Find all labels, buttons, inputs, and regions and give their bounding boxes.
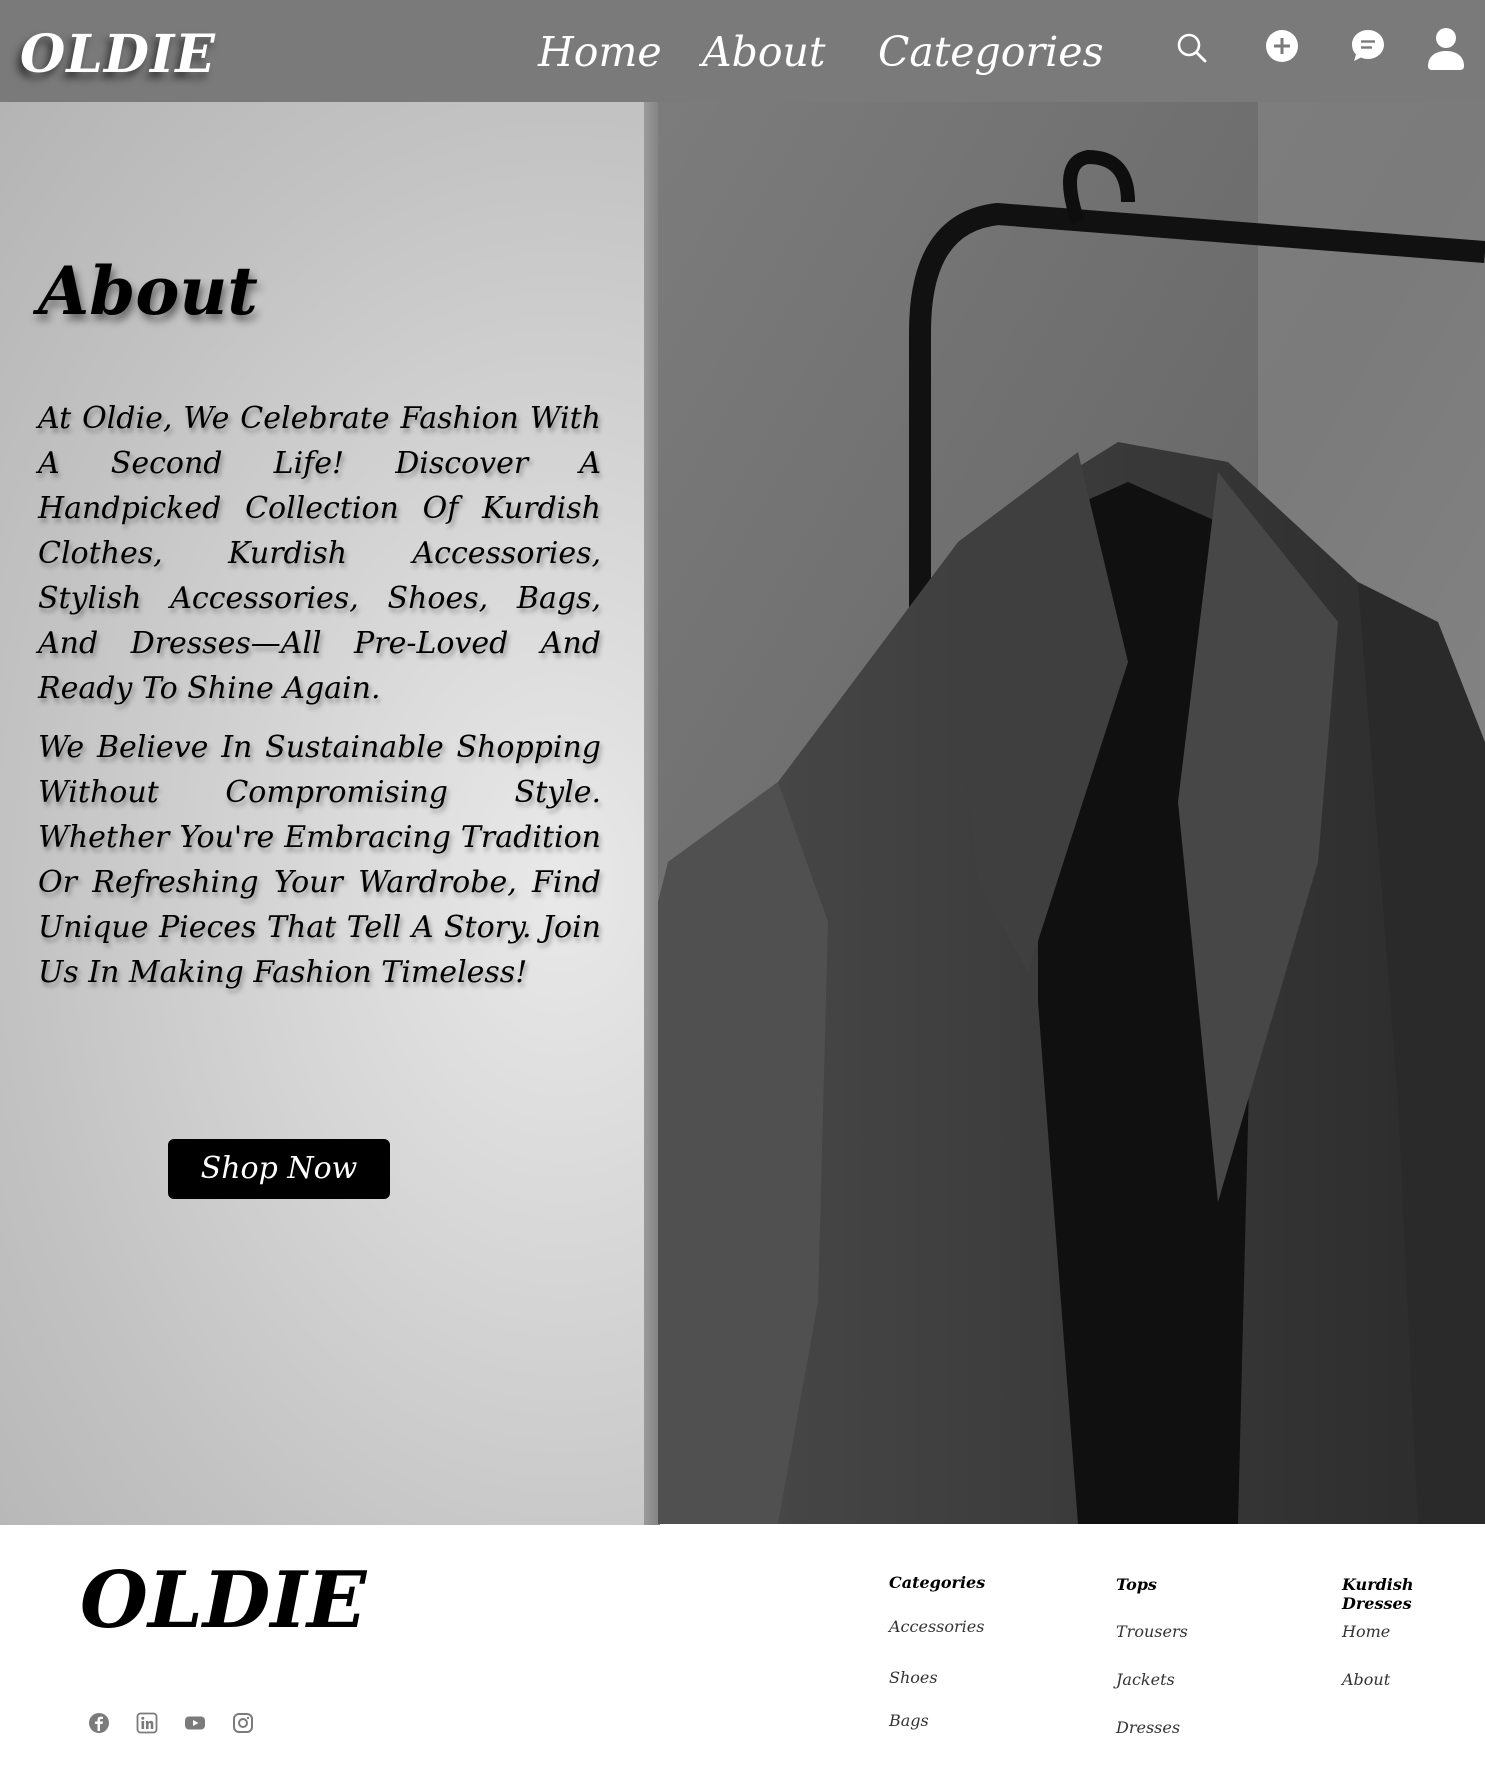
shop-now-button[interactable]: Shop Now: [168, 1139, 390, 1199]
plus-circle-icon[interactable]: [1264, 28, 1300, 64]
footer-link-jackets[interactable]: Jackets: [1116, 1670, 1175, 1689]
footer-logo: OLDIE: [80, 1555, 367, 1646]
footer-link-accessories[interactable]: Accessories: [889, 1617, 984, 1636]
nav-home-link[interactable]: Home: [538, 28, 662, 76]
chat-icon[interactable]: [1350, 28, 1386, 64]
footer-link-dresses[interactable]: Dresses: [1116, 1718, 1180, 1737]
about-section: About At Oldie, We Celebrate Fashion Wit…: [0, 102, 660, 1525]
site-logo[interactable]: OLDIE: [20, 24, 216, 85]
instagram-icon[interactable]: [231, 1711, 255, 1735]
about-heading: About: [38, 252, 258, 330]
about-paragraph-1: At Oldie, We Celebrate Fashion With A Se…: [38, 401, 601, 706]
facebook-icon[interactable]: [87, 1711, 111, 1735]
footer-link-home[interactable]: Home: [1342, 1622, 1390, 1641]
hero-jacket-image: [658, 102, 1485, 1524]
linkedin-icon[interactable]: [135, 1711, 159, 1735]
about-paragraph-2: We Believe In Sustainable Shopping Witho…: [38, 730, 601, 990]
user-icon[interactable]: [1426, 26, 1466, 70]
footer-categories-heading: Categories: [889, 1573, 986, 1592]
footer-link-shoes[interactable]: Shoes: [889, 1668, 938, 1687]
footer-link-bags[interactable]: Bags: [889, 1711, 929, 1730]
footer-link-trousers[interactable]: Trousers: [1116, 1622, 1188, 1641]
youtube-icon[interactable]: [183, 1711, 207, 1735]
footer-link-about[interactable]: About: [1342, 1670, 1390, 1689]
site-header: OLDIE Home About Categories: [0, 0, 1485, 102]
footer-tops-heading: Tops: [1116, 1575, 1157, 1594]
footer-kurdish-dresses-heading: Kurdish Dresses: [1342, 1575, 1414, 1613]
search-icon[interactable]: [1174, 30, 1210, 66]
nav-categories-link[interactable]: Categories: [878, 28, 1104, 76]
site-footer: OLDIE Categories Accessories Shoes Bags …: [0, 1525, 1485, 1788]
nav-about-link[interactable]: About: [702, 28, 825, 76]
